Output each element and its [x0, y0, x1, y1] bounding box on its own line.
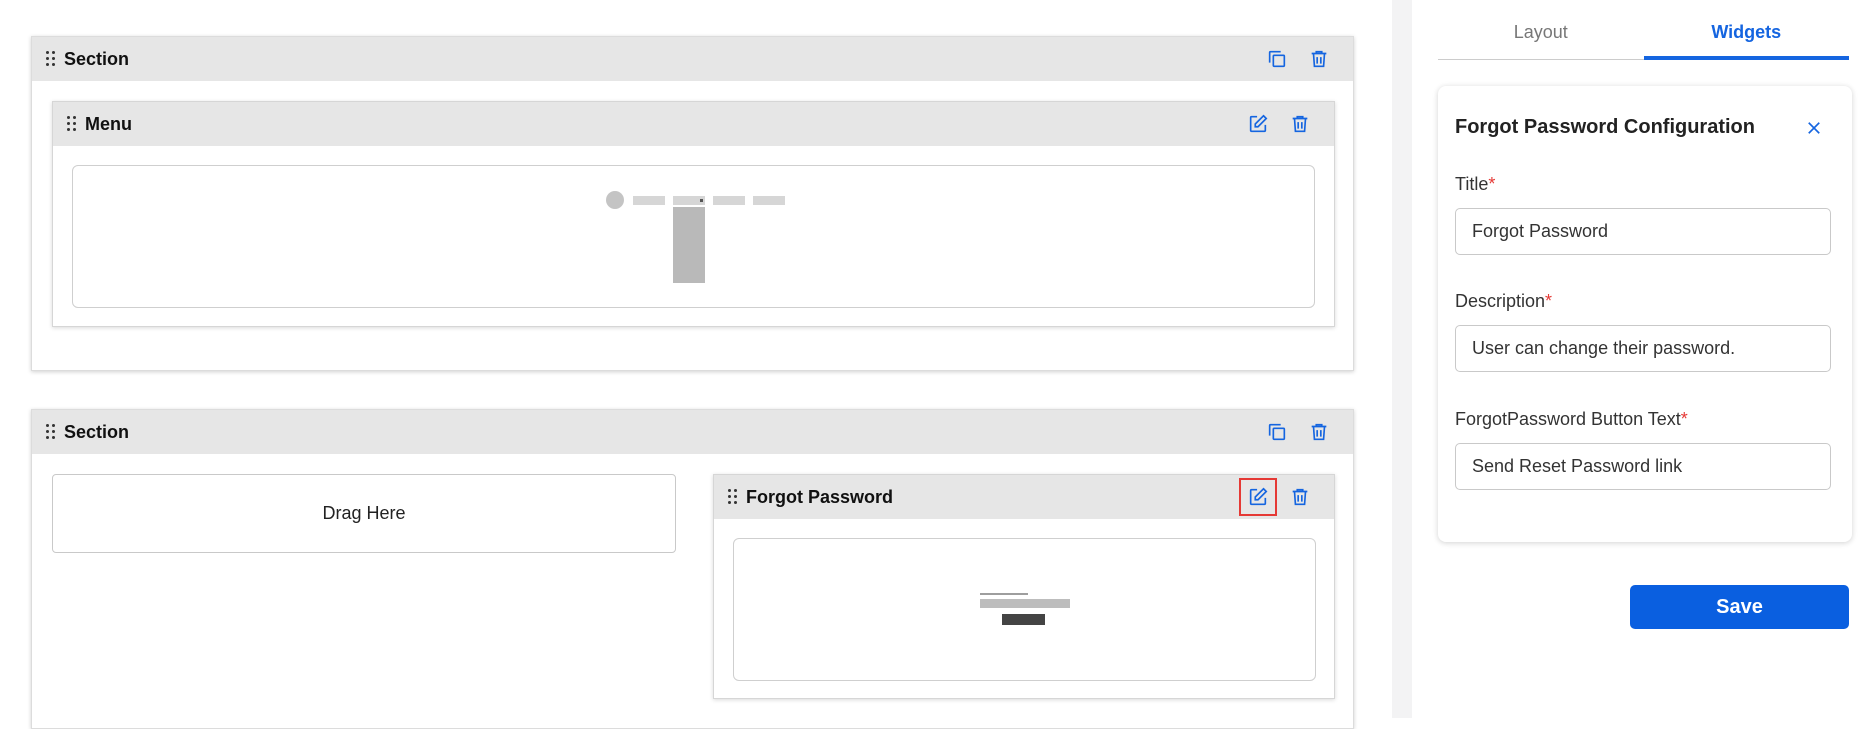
description-label-text: Description	[1455, 291, 1546, 311]
menu-widget: Menu	[52, 101, 1335, 327]
drag-handle-icon[interactable]	[728, 489, 738, 505]
menu-widget-title: Menu	[85, 113, 132, 134]
edit-icon[interactable]	[1246, 112, 1270, 136]
button-text-input[interactable]	[1455, 443, 1831, 490]
button-text-label-text: ForgotPassword Button Text	[1455, 409, 1681, 429]
title-field-label: Title*	[1455, 174, 1495, 195]
section-1-header: Section	[32, 37, 1353, 81]
title-input[interactable]	[1455, 208, 1831, 255]
menu-preview-graphic	[606, 191, 785, 283]
menu-widget-header: Menu	[53, 102, 1334, 146]
title-label-text: Title	[1455, 174, 1489, 194]
required-mark: *	[1680, 409, 1688, 429]
description-field-label: Description*	[1455, 291, 1552, 312]
copy-icon[interactable]	[1265, 47, 1289, 71]
description-input[interactable]	[1455, 325, 1831, 372]
section-2-title: Section	[64, 421, 130, 442]
forgot-password-widget: Forgot Password	[713, 474, 1335, 699]
trash-icon[interactable]	[1307, 420, 1331, 444]
drag-handle-icon[interactable]	[67, 116, 77, 132]
section-2-header: Section	[32, 410, 1353, 454]
section-1: Section Menu	[31, 36, 1354, 371]
edit-icon[interactable]	[1239, 478, 1277, 516]
save-button[interactable]: Save	[1630, 585, 1849, 629]
forgot-password-preview	[733, 538, 1316, 681]
required-mark: *	[1488, 174, 1496, 194]
section-2: Section Drag Here Forgot Password	[31, 409, 1354, 729]
tab-widgets[interactable]: Widgets	[1643, 16, 1849, 60]
button-text-field-label: ForgotPassword Button Text*	[1455, 409, 1688, 430]
panel-divider	[1392, 0, 1412, 718]
forgot-password-widget-title: Forgot Password	[746, 486, 894, 507]
trash-icon[interactable]	[1288, 485, 1312, 509]
required-mark: *	[1545, 291, 1553, 311]
section-1-title: Section	[64, 48, 130, 69]
drag-handle-icon[interactable]	[46, 51, 56, 67]
tab-layout[interactable]: Layout	[1438, 16, 1644, 59]
close-icon[interactable]	[1800, 114, 1828, 142]
trash-icon[interactable]	[1307, 47, 1331, 71]
config-title: Forgot Password Configuration	[1455, 116, 1755, 138]
config-panel: Layout Widgets Forgot Password Configura…	[1412, 0, 1861, 718]
copy-icon[interactable]	[1265, 420, 1289, 444]
builder-canvas: Section Menu Section Drag Here Forgot Pa…	[0, 0, 1392, 729]
panel-tabs: Layout Widgets	[1438, 16, 1849, 60]
widget-config-card: Forgot Password Configuration Title* Des…	[1438, 86, 1852, 542]
drop-zone[interactable]: Drag Here	[52, 474, 676, 553]
drag-handle-icon[interactable]	[46, 424, 56, 440]
forgot-password-preview-graphic	[980, 593, 1070, 625]
trash-icon[interactable]	[1288, 112, 1312, 136]
forgot-password-widget-header: Forgot Password	[714, 475, 1334, 519]
menu-preview	[72, 165, 1315, 308]
